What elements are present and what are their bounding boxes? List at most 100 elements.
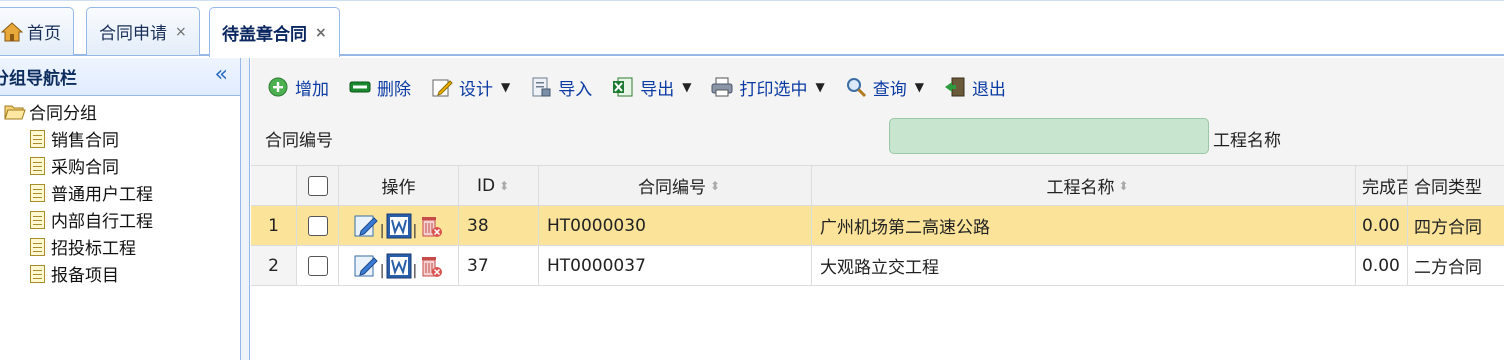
cell-done: 0.00 bbox=[1356, 206, 1408, 245]
delete-button[interactable]: 删除 bbox=[349, 75, 411, 100]
search-icon bbox=[846, 78, 866, 98]
sidebar-item-label: 采购合同 bbox=[51, 158, 119, 178]
dropdown-caret-icon: ▼ bbox=[914, 80, 924, 94]
sidebar-item-purchase[interactable]: 采购合同 bbox=[0, 152, 240, 179]
export-button[interactable]: 导出 ▼ bbox=[612, 75, 691, 100]
sidebar-title: 分组导航栏 bbox=[0, 69, 77, 89]
dropdown-caret-icon: ▼ bbox=[815, 80, 825, 94]
dropdown-caret-icon: ▼ bbox=[501, 80, 511, 94]
contract-grid: 操作 ID ⬍ 合同编号 ⬍ 工程名称 ⬍ 完成百 合同类型 1 | | 38 … bbox=[251, 166, 1504, 286]
contract-no-input[interactable] bbox=[889, 118, 1209, 154]
row-checkbox[interactable] bbox=[307, 215, 328, 236]
close-icon[interactable]: × bbox=[315, 25, 327, 41]
tab-home[interactable]: 首页 bbox=[0, 7, 74, 55]
sidebar-header: 分组导航栏 « bbox=[0, 58, 240, 96]
file-icon bbox=[30, 264, 45, 283]
search-bar: 合同编号 工程名称 bbox=[265, 118, 1500, 154]
query-button[interactable]: 查询 ▼ bbox=[845, 75, 924, 100]
sidebar-item-label: 报备项目 bbox=[51, 266, 119, 286]
design-button[interactable]: 设计 ▼ bbox=[431, 75, 510, 100]
row-number: 2 bbox=[251, 246, 297, 285]
code-header[interactable]: 合同编号 ⬍ bbox=[539, 166, 812, 205]
file-icon bbox=[30, 210, 45, 229]
cell-type: 二方合同 bbox=[1414, 258, 1482, 278]
collapse-icon[interactable]: « bbox=[215, 62, 228, 87]
sidebar-item-label: 普通用户工程 bbox=[51, 185, 153, 205]
type-header[interactable]: 合同类型 bbox=[1408, 166, 1504, 205]
tree-root[interactable]: 合同分组 bbox=[0, 98, 240, 125]
design-icon bbox=[432, 79, 453, 97]
tree-root-label: 合同分组 bbox=[29, 104, 97, 124]
trash-icon[interactable] bbox=[418, 253, 444, 279]
query-button-label: 查询 bbox=[872, 79, 907, 100]
separator: | bbox=[379, 263, 385, 279]
exit-button-label: 退出 bbox=[971, 79, 1006, 100]
dropdown-caret-icon: ▼ bbox=[682, 80, 692, 94]
add-button[interactable]: 增加 bbox=[267, 75, 329, 100]
tab-bar: 首页 合同申请 × 待盖章合同 × bbox=[0, 0, 1504, 57]
cell-done: 0.00 bbox=[1356, 246, 1408, 285]
id-header[interactable]: ID ⬍ bbox=[459, 166, 539, 205]
exit-button[interactable]: 退出 bbox=[944, 75, 1006, 100]
cell-code: HT0000037 bbox=[539, 246, 812, 285]
sidebar-item-filing[interactable]: 报备项目 bbox=[0, 260, 240, 287]
grid-header: 操作 ID ⬍ 合同编号 ⬍ 工程名称 ⬍ 完成百 合同类型 bbox=[251, 166, 1504, 206]
row-checkbox[interactable] bbox=[307, 255, 328, 276]
cell-id: 37 bbox=[459, 246, 539, 285]
table-row[interactable]: 2 | | 37 HT0000037 大观路立交工程 0.00 二方合同 bbox=[251, 246, 1504, 286]
cell-name: 大观路立交工程 bbox=[812, 246, 1356, 285]
add-icon bbox=[268, 77, 288, 97]
close-icon[interactable]: × bbox=[175, 24, 187, 40]
print-selected-button[interactable]: 打印选中 ▼ bbox=[711, 75, 825, 100]
sidebar-item-bidding[interactable]: 招投标工程 bbox=[0, 233, 240, 260]
file-icon bbox=[30, 237, 45, 256]
contract-no-label: 合同编号 bbox=[265, 131, 333, 151]
separator: | bbox=[379, 223, 385, 239]
name-header[interactable]: 工程名称 ⬍ bbox=[812, 166, 1356, 205]
done-header[interactable]: 完成百 bbox=[1356, 166, 1408, 205]
home-icon bbox=[1, 21, 23, 41]
panel-splitter[interactable] bbox=[241, 58, 250, 360]
sort-icon: ⬍ bbox=[1118, 178, 1129, 193]
row-actions: | | bbox=[339, 246, 459, 285]
tab-pending-seal[interactable]: 待盖章合同 × bbox=[209, 7, 340, 57]
sidebar: 分组导航栏 « 合同分组 销售合同 采购合同 普通用户工程 内部自行工程 招投标… bbox=[0, 58, 241, 360]
select-all-checkbox-cell bbox=[297, 166, 339, 205]
name-header-label: 工程名称 bbox=[1046, 178, 1115, 198]
edit-icon[interactable] bbox=[353, 253, 379, 279]
trash-icon[interactable] bbox=[418, 213, 444, 239]
file-icon bbox=[30, 183, 45, 202]
design-button-label: 设计 bbox=[459, 79, 493, 100]
import-icon bbox=[532, 77, 551, 97]
sidebar-item-sales[interactable]: 销售合同 bbox=[0, 125, 240, 152]
main-panel: 增加 删除 设计 ▼ 导入 导出 ▼ 打印选中 ▼ 查询 ▼ 退出 合同编号 工… bbox=[251, 58, 1504, 360]
word-icon[interactable] bbox=[386, 253, 412, 279]
separator: | bbox=[412, 263, 418, 279]
export-button-label: 导出 bbox=[640, 79, 675, 100]
delete-button-label: 删除 bbox=[377, 79, 411, 100]
word-icon[interactable] bbox=[386, 213, 412, 239]
sidebar-item-user-project[interactable]: 普通用户工程 bbox=[0, 179, 240, 206]
printer-icon bbox=[711, 77, 733, 97]
id-header-label: ID bbox=[477, 175, 496, 196]
table-row[interactable]: 1 | | 38 HT0000030 广州机场第二高速公路 0.00 四方合同 bbox=[251, 206, 1504, 246]
project-name-label: 工程名称 bbox=[1213, 131, 1281, 151]
edit-icon[interactable] bbox=[353, 213, 379, 239]
separator: | bbox=[412, 223, 418, 239]
row-checkbox-cell bbox=[297, 206, 339, 245]
delete-icon bbox=[349, 81, 371, 93]
row-number-header bbox=[251, 166, 297, 205]
code-header-label: 合同编号 bbox=[637, 178, 706, 198]
import-button-label: 导入 bbox=[558, 79, 593, 100]
tab-label: 待盖章合同 bbox=[222, 25, 307, 45]
sidebar-item-label: 内部自行工程 bbox=[51, 212, 153, 232]
import-button[interactable]: 导入 bbox=[530, 75, 592, 100]
sidebar-item-internal-project[interactable]: 内部自行工程 bbox=[0, 206, 240, 233]
tab-contract-apply[interactable]: 合同申请 × bbox=[86, 7, 200, 55]
folder-open-icon bbox=[4, 105, 26, 119]
select-all-checkbox[interactable] bbox=[307, 175, 328, 196]
file-icon bbox=[30, 156, 45, 175]
cell-type: 四方合同 bbox=[1414, 218, 1482, 238]
nav-tree: 合同分组 销售合同 采购合同 普通用户工程 内部自行工程 招投标工程 报备项目 bbox=[0, 96, 240, 287]
tab-label: 首页 bbox=[27, 24, 61, 44]
